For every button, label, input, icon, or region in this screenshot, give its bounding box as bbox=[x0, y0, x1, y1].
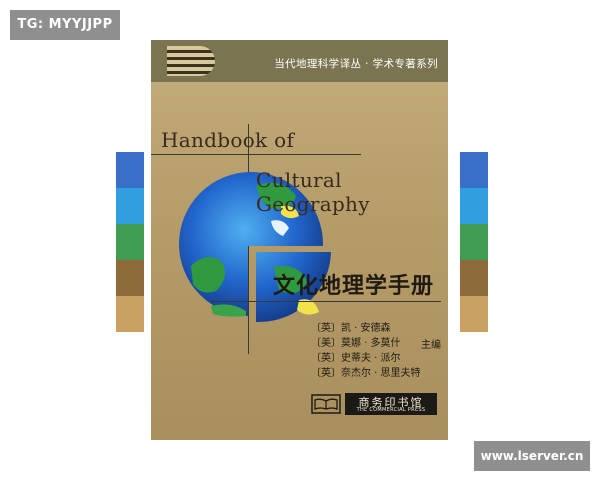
authors-list: 〔英〕凯 · 安德森 〔美〕莫娜 · 多莫什 〔英〕史蒂夫 · 派尔 〔英〕奈杰… bbox=[311, 321, 421, 381]
strip-segment-blue bbox=[460, 152, 488, 188]
watermark-top-left: TG: MYYJJPP bbox=[10, 10, 120, 40]
author-line: 〔美〕莫娜 · 多莫什 bbox=[311, 338, 401, 349]
color-strip-left bbox=[116, 152, 144, 332]
author-line: 〔英〕凯 · 安德森 bbox=[311, 323, 391, 334]
publisher-mark: 商务印书馆 THE COMMERCIAL PRESS bbox=[311, 392, 441, 416]
divider-horizontal-bottom bbox=[211, 301, 441, 302]
publisher-logo-icon bbox=[311, 394, 341, 414]
book-cover: 当代地理科学译丛 · 学术专著系列 Handbook of Cultural G… bbox=[151, 40, 448, 440]
watermark-bottom-right: www.lserver.cn bbox=[474, 441, 590, 471]
english-title-line1: Handbook of bbox=[161, 128, 295, 152]
author-line: 〔英〕史蒂夫 · 派尔 bbox=[311, 353, 401, 364]
divider-horizontal-top bbox=[151, 154, 361, 155]
chinese-title: 文化地理学手册 bbox=[273, 274, 435, 299]
publisher-english: THE COMMERCIAL PRESS bbox=[356, 407, 426, 413]
cover-top-band: 当代地理科学译丛 · 学术专著系列 bbox=[151, 40, 448, 82]
page: TG: MYYJJPP 当代地理科学译丛 · 学术专著系列 Handbook o… bbox=[0, 0, 600, 480]
editor-role: 主编 bbox=[421, 340, 441, 351]
strip-segment-brown bbox=[116, 260, 144, 296]
strip-segment-green bbox=[116, 224, 144, 260]
strip-segment-tan bbox=[460, 296, 488, 332]
color-strip-right bbox=[460, 152, 488, 332]
series-title: 当代地理科学译丛 · 学术专著系列 bbox=[274, 58, 438, 70]
strip-segment-brown bbox=[460, 260, 488, 296]
english-title-line2: Cultural Geography bbox=[256, 168, 370, 216]
publisher-box: 商务印书馆 THE COMMERCIAL PRESS bbox=[345, 393, 437, 415]
strip-segment-green bbox=[460, 224, 488, 260]
strip-segment-light-blue bbox=[116, 188, 144, 224]
strip-segment-blue bbox=[116, 152, 144, 188]
strip-segment-tan bbox=[116, 296, 144, 332]
author-line: 〔英〕奈杰尔 · 思里夫特 bbox=[311, 368, 421, 379]
striped-emblem-icon bbox=[167, 46, 215, 76]
strip-segment-light-blue bbox=[460, 188, 488, 224]
